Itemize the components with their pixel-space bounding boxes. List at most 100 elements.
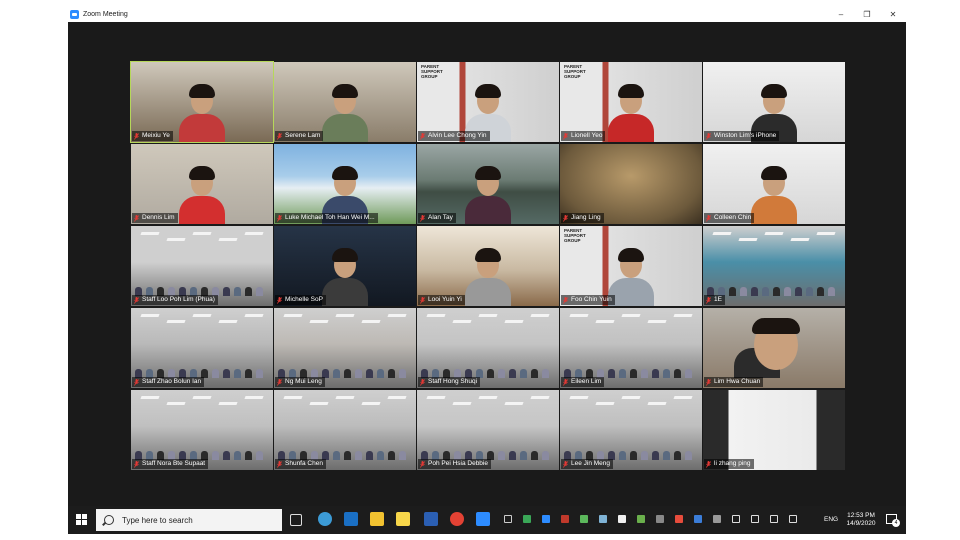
muted-mic-icon (134, 378, 139, 386)
outlook-icon[interactable] (344, 512, 358, 526)
muted-mic-icon (134, 132, 139, 140)
window-titlebar: Zoom Meeting – ❐ ✕ (68, 6, 906, 22)
students (274, 438, 416, 460)
participant-name: Staff Hong Shuqi (428, 378, 478, 385)
participant-name: Lionell Yeo (571, 132, 603, 139)
psg-sign: PARENT SUPPORT GROUP (564, 64, 586, 79)
clock[interactable]: 12:53 PM 14/9/2020 (844, 512, 878, 528)
participant-name: Eileen Lim (571, 378, 602, 385)
participant-tile[interactable]: PARENT SUPPORT GROUP Alvin Lee Chong Yin (417, 62, 559, 142)
students (560, 356, 702, 378)
participant-tile[interactable]: Dennis Lim (131, 144, 273, 224)
participant-tile[interactable]: Poh Pei Hsia Debbie (417, 390, 559, 470)
participant-tile[interactable]: PARENT SUPPORT GROUP Lionell Yeo (560, 62, 702, 142)
participant-tile[interactable]: Alan Tay (417, 144, 559, 224)
participant-name-label: Alan Tay (418, 213, 456, 223)
participant-name: Meixiu Ye (142, 132, 170, 139)
app-tray-icon[interactable] (599, 515, 607, 523)
volume-icon[interactable] (770, 515, 778, 523)
clock-time: 12:53 PM (847, 512, 875, 519)
word-icon[interactable] (424, 512, 438, 526)
participant-tile[interactable]: Shunfa Chen (274, 390, 416, 470)
participant-video (751, 166, 797, 224)
participant-tile[interactable]: PARENT SUPPORT GROUP Foo Chin Yuin (560, 226, 702, 306)
bluetooth-icon[interactable] (694, 515, 702, 523)
window-title: Zoom Meeting (83, 10, 128, 18)
participant-tile[interactable]: Staff Hong Shuqi (417, 308, 559, 388)
participant-tile[interactable]: Serene Lam (274, 62, 416, 142)
pen-icon[interactable] (789, 515, 797, 523)
minimize-button[interactable]: – (828, 6, 854, 22)
participant-tile[interactable]: Staff Loo Poh Lim (Phua) (131, 226, 273, 306)
participant-tile[interactable]: Colleen Chin (703, 144, 845, 224)
start-button[interactable] (76, 514, 88, 526)
participant-tile[interactable]: li zhang ping (703, 390, 845, 470)
muted-mic-icon (420, 378, 425, 386)
battery-icon[interactable] (732, 515, 740, 523)
participant-video (322, 84, 368, 142)
participant-tile[interactable]: 1E (703, 226, 845, 306)
chrome-icon[interactable] (450, 512, 464, 526)
participant-name: li zhang ping (714, 460, 751, 467)
participant-name: Michelle SoP (285, 296, 323, 303)
zoom-icon[interactable] (476, 512, 490, 526)
participant-tile[interactable]: Looi Yuin Yi (417, 226, 559, 306)
participant-tile[interactable]: Lim Hwa Chuan (703, 308, 845, 388)
restore-button[interactable]: ❐ (854, 6, 880, 22)
participant-tile[interactable]: Ng Mui Leng (274, 308, 416, 388)
participant-name-label: Lionell Yeo (561, 131, 606, 141)
file-explorer-icon[interactable] (370, 512, 384, 526)
participant-name-label: Jiang Ling (561, 213, 604, 223)
app-tray-icon[interactable] (675, 515, 683, 523)
wifi-icon[interactable] (751, 515, 759, 523)
participant-video (608, 84, 654, 142)
participant-name: Dennis Lim (142, 214, 175, 221)
app-tray-icon[interactable] (656, 515, 664, 523)
muted-mic-icon (277, 214, 282, 222)
task-view-icon[interactable] (290, 514, 302, 526)
app-tray-icon[interactable] (580, 515, 588, 523)
participant-tile[interactable]: Luke Michael Toh Han Wei M... (274, 144, 416, 224)
participant-tile[interactable]: Lee Jin Meng (560, 390, 702, 470)
participant-name: Luke Michael Toh Han Wei M... (285, 214, 375, 221)
participant-video (465, 166, 511, 224)
participant-name: Winston Lim's iPhone (714, 132, 777, 139)
app-tray-icon[interactable] (637, 515, 645, 523)
participant-video (465, 248, 511, 306)
usb-icon[interactable] (504, 515, 512, 523)
students (417, 438, 559, 460)
video-background (560, 308, 702, 388)
participant-tile[interactable]: Jiang Ling (560, 144, 702, 224)
app-tray-icon[interactable] (561, 515, 569, 523)
muted-mic-icon (563, 378, 568, 386)
participant-tile[interactable]: Michelle SoP (274, 226, 416, 306)
muted-mic-icon (706, 378, 711, 386)
participant-name-label: Eileen Lim (561, 377, 605, 387)
zoom-tray-icon[interactable] (542, 515, 550, 523)
app-tray-icon[interactable] (618, 515, 626, 523)
language-indicator[interactable]: ENG (824, 516, 838, 523)
participant-name: Lee Jin Meng (571, 460, 611, 467)
participant-name: Shunfa Chen (285, 460, 323, 467)
search-input[interactable] (122, 515, 272, 525)
participant-name-label: 1E (704, 295, 725, 305)
participant-tile[interactable]: Eileen Lim (560, 308, 702, 388)
ceiling-lights (560, 396, 702, 416)
taskbar-search[interactable] (96, 509, 282, 531)
participant-tile[interactable]: Winston Lim's iPhone (703, 62, 845, 142)
participant-tile[interactable]: Staff Nora Bte Supaat (131, 390, 273, 470)
participant-tile[interactable]: Staff Zhao Bolun Ian (131, 308, 273, 388)
participant-tile[interactable]: Meixiu Ye (130, 61, 274, 143)
students (560, 438, 702, 460)
participant-name: Poh Pei Hsia Debbie (428, 460, 488, 467)
shield-icon[interactable] (523, 515, 531, 523)
close-button[interactable]: ✕ (880, 6, 906, 22)
notification-center-icon[interactable]: 4 (886, 514, 900, 527)
participant-name: 1E (714, 296, 722, 303)
edge-icon[interactable] (318, 512, 332, 526)
video-background (131, 226, 273, 306)
muted-mic-icon (420, 132, 425, 140)
app-tray-icon[interactable] (713, 515, 721, 523)
muted-mic-icon (706, 296, 711, 304)
sticky-notes-icon[interactable] (396, 512, 410, 526)
